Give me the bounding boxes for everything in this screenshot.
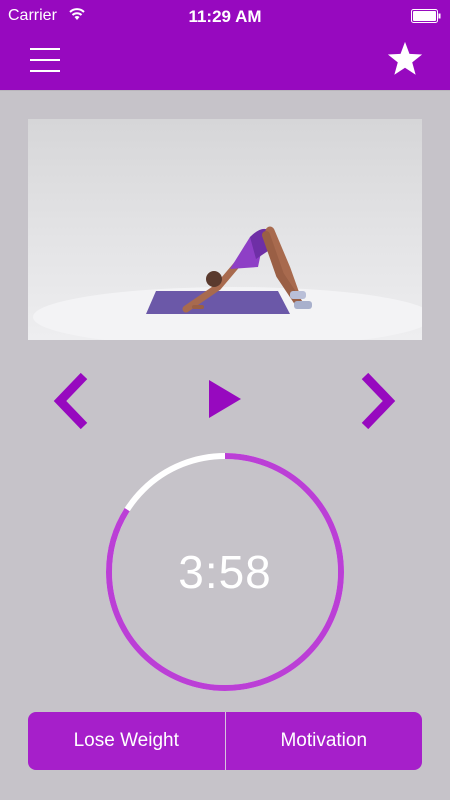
top-bar: Carrier 11:29 AM xyxy=(0,0,450,90)
lose-weight-button[interactable]: Lose Weight xyxy=(28,712,225,770)
exercise-video[interactable] xyxy=(28,119,422,340)
motivation-button[interactable]: Motivation xyxy=(226,712,423,770)
battery-icon xyxy=(411,9,441,23)
header-divider xyxy=(0,90,450,91)
chevron-right-icon[interactable] xyxy=(357,370,399,432)
nav-bar xyxy=(0,32,450,90)
status-time: 11:29 AM xyxy=(188,7,262,26)
bottom-button-bar: Lose Weight Motivation xyxy=(28,712,422,770)
hamburger-menu-icon[interactable] xyxy=(30,46,60,74)
timer-display: 3:58 xyxy=(178,546,272,598)
star-icon[interactable] xyxy=(386,40,424,78)
exercise-illustration xyxy=(33,226,422,340)
play-icon[interactable] xyxy=(205,378,243,420)
chevron-left-icon[interactable] xyxy=(50,370,92,432)
status-bar: Carrier 11:29 AM xyxy=(0,0,450,32)
